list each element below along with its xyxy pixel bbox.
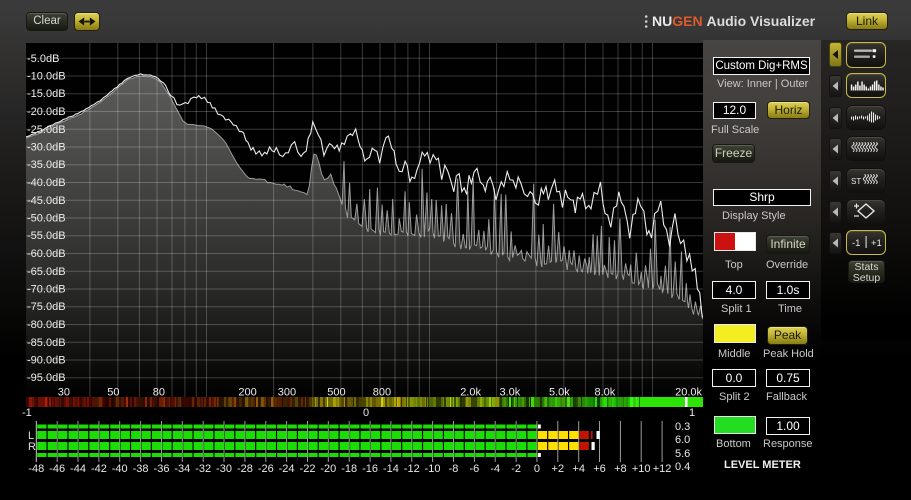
svg-text:-4: -4 xyxy=(490,463,500,475)
svg-text:0: 0 xyxy=(534,463,540,475)
svg-text:-75.0dB: -75.0dB xyxy=(27,301,66,313)
svg-text:R: R xyxy=(28,441,36,453)
svg-text:-12: -12 xyxy=(404,463,420,475)
svg-text:+8: +8 xyxy=(614,463,627,475)
svg-text:-30: -30 xyxy=(216,463,232,475)
svg-text:-95.0dB: -95.0dB xyxy=(27,372,66,384)
svg-text:-26: -26 xyxy=(258,463,274,475)
svg-text:-34: -34 xyxy=(174,463,190,475)
svg-text:-38: -38 xyxy=(133,463,149,475)
svg-text:-2: -2 xyxy=(511,463,521,475)
svg-text:-15.0dB: -15.0dB xyxy=(27,88,66,100)
svg-text:-28: -28 xyxy=(237,463,253,475)
svg-text:-60.0dB: -60.0dB xyxy=(27,248,66,260)
svg-text:-20: -20 xyxy=(320,463,336,475)
svg-text:-46: -46 xyxy=(49,463,65,475)
svg-text:-20.0dB: -20.0dB xyxy=(27,106,66,118)
svg-text:+1: +1 xyxy=(871,238,882,249)
svg-text:+12: +12 xyxy=(653,463,672,475)
svg-text:-40.0dB: -40.0dB xyxy=(27,177,66,189)
svg-text:-42: -42 xyxy=(91,463,107,475)
svg-text:-70.0dB: -70.0dB xyxy=(27,284,66,296)
svg-text:-10.0dB: -10.0dB xyxy=(27,71,66,83)
svg-text:-44: -44 xyxy=(70,463,86,475)
svg-text:-6: -6 xyxy=(470,463,480,475)
svg-text:-32: -32 xyxy=(195,463,211,475)
svg-text:-45.0dB: -45.0dB xyxy=(27,195,66,207)
svg-text:-50.0dB: -50.0dB xyxy=(27,213,66,225)
svg-text:-25.0dB: -25.0dB xyxy=(27,124,66,136)
svg-text:-14: -14 xyxy=(383,463,399,475)
svg-text:+2: +2 xyxy=(552,463,565,475)
svg-text:-80.0dB: -80.0dB xyxy=(27,319,66,331)
svg-text:-35.0dB: -35.0dB xyxy=(27,159,66,171)
svg-text:-65.0dB: -65.0dB xyxy=(27,266,66,278)
svg-text:+6: +6 xyxy=(593,463,606,475)
svg-text:-36: -36 xyxy=(154,463,170,475)
svg-text:-8: -8 xyxy=(449,463,459,475)
svg-text:-55.0dB: -55.0dB xyxy=(27,230,66,242)
svg-text:-90.0dB: -90.0dB xyxy=(27,355,66,367)
svg-text:-24: -24 xyxy=(279,463,295,475)
svg-text:-1: -1 xyxy=(852,238,860,249)
svg-text:-30.0dB: -30.0dB xyxy=(27,142,66,154)
svg-text:+4: +4 xyxy=(572,463,585,475)
svg-text:-40: -40 xyxy=(112,463,128,475)
svg-text:-48: -48 xyxy=(28,463,44,475)
svg-text:-10: -10 xyxy=(425,463,441,475)
svg-text:-22: -22 xyxy=(300,463,316,475)
svg-text:-85.0dB: -85.0dB xyxy=(27,337,66,349)
svg-text:+10: +10 xyxy=(632,463,651,475)
svg-text:-16: -16 xyxy=(362,463,378,475)
svg-text:ST: ST xyxy=(851,177,861,186)
svg-text:-18: -18 xyxy=(341,463,357,475)
svg-text:-5.0dB: -5.0dB xyxy=(27,53,59,65)
